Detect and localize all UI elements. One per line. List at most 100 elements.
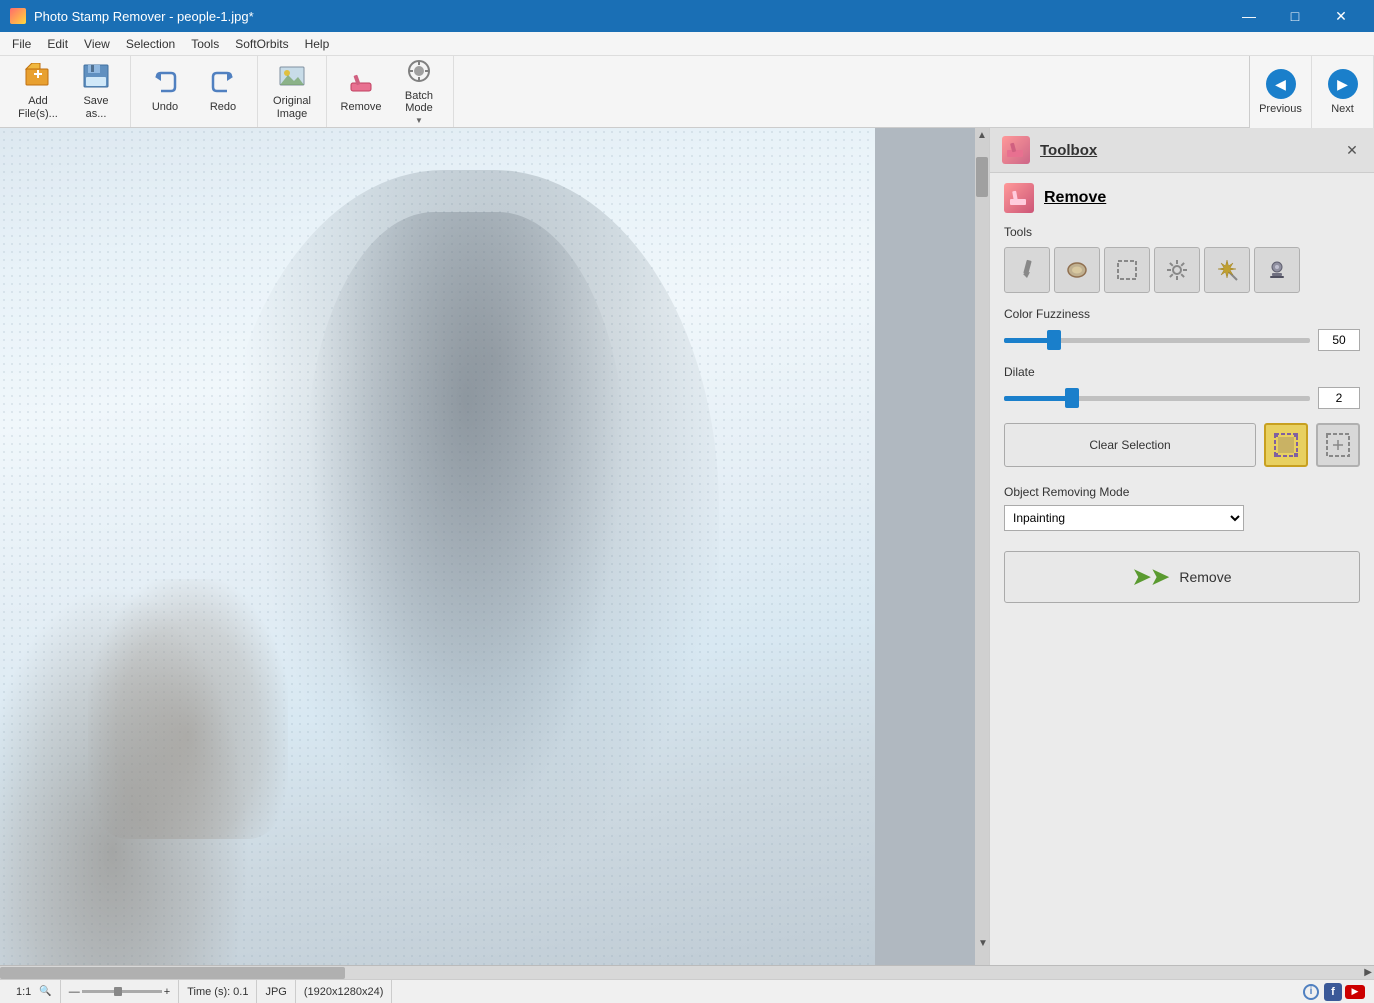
vertical-scrollbar[interactable]: ▲ ▼ xyxy=(975,128,989,965)
scroll-thumb[interactable] xyxy=(976,157,988,197)
menu-view[interactable]: View xyxy=(76,35,118,53)
clear-selection-button[interactable]: Clear Selection xyxy=(1004,423,1256,467)
previous-button[interactable]: ◀ Previous xyxy=(1250,56,1312,128)
remove-tools-group: Remove Batch Mode ▼ xyxy=(327,56,454,127)
window-controls: — □ ✕ xyxy=(1226,0,1364,32)
close-button[interactable]: ✕ xyxy=(1318,0,1364,32)
mode-label: Object Removing Mode xyxy=(1004,485,1360,499)
color-fuzziness-section: Color Fuzziness 50 xyxy=(1004,307,1360,351)
format-segment: JPG xyxy=(257,980,295,1003)
horizontal-scrollbar[interactable]: ◀ ▶ xyxy=(0,965,1374,979)
status-right: i f ▶ xyxy=(1300,981,1366,1003)
image-area[interactable]: ▲ ▼ xyxy=(0,128,989,965)
zoom-display: 1:1 🔍 xyxy=(8,980,61,1003)
color-fuzziness-slider[interactable] xyxy=(1004,338,1310,343)
dilate-label: Dilate xyxy=(1004,365,1360,379)
zoom-slider[interactable] xyxy=(82,990,162,993)
color-fuzziness-value[interactable]: 50 xyxy=(1318,329,1360,351)
toolbox-remove-title: Remove xyxy=(1044,189,1106,207)
dilate-thumb[interactable] xyxy=(1065,388,1079,408)
toolbox-close-button[interactable]: ✕ xyxy=(1342,140,1362,160)
object-removing-mode-section: Object Removing Mode Inpainting Smart Fi… xyxy=(1004,485,1360,531)
previous-icon: ◀ xyxy=(1266,69,1296,99)
next-label: Next xyxy=(1331,103,1354,115)
dilate-value[interactable]: 2 xyxy=(1318,387,1360,409)
youtube-icon-button[interactable]: ▶ xyxy=(1344,981,1366,1003)
h-scroll-thumb[interactable] xyxy=(0,967,345,979)
mode-select[interactable]: Inpainting Smart Fill Texture Synthesis xyxy=(1004,505,1244,531)
save-icon xyxy=(82,63,110,93)
zoom-slider-thumb[interactable] xyxy=(114,987,122,996)
menu-bar: File Edit View Selection Tools SoftOrbit… xyxy=(0,32,1374,56)
undo-label: Undo xyxy=(152,101,178,114)
menu-edit[interactable]: Edit xyxy=(39,35,76,53)
zoom-value: 1:1 xyxy=(16,986,31,998)
undo-button[interactable]: Undo xyxy=(137,62,193,122)
file-tools-group: Add File(s)... Save as... xyxy=(4,56,131,127)
add-files-button[interactable]: Add File(s)... xyxy=(10,62,66,122)
nav-arrows: ◀ Previous ▶ Next xyxy=(1249,56,1374,127)
menu-help[interactable]: Help xyxy=(297,35,338,53)
save-as-label: Save as... xyxy=(83,95,108,119)
redo-button[interactable]: Redo xyxy=(195,62,251,122)
dilate-section: Dilate 2 xyxy=(1004,365,1360,409)
clear-selection-row: Clear Selection xyxy=(1004,423,1360,467)
next-icon: ▶ xyxy=(1328,69,1358,99)
eraser-tool-button[interactable] xyxy=(1054,247,1100,293)
remove-action-button[interactable]: ➤➤ Remove xyxy=(1004,551,1360,603)
selection-icon-button-2[interactable] xyxy=(1316,423,1360,467)
pencil-tool-button[interactable] xyxy=(1004,247,1050,293)
menu-tools[interactable]: Tools xyxy=(183,35,227,53)
smart-fill-button[interactable] xyxy=(1154,247,1200,293)
info-icon: i xyxy=(1303,984,1319,1000)
menu-selection[interactable]: Selection xyxy=(118,35,183,53)
remove-button[interactable]: Remove xyxy=(333,62,389,122)
dimensions-value: (1920x1280x24) xyxy=(304,986,384,998)
time-label: Time (s): xyxy=(187,986,230,998)
tools-section-label: Tools xyxy=(1004,225,1360,239)
edit-tools-group: Undo Redo xyxy=(131,56,258,127)
original-image-button[interactable]: Original Image xyxy=(264,62,320,122)
menu-file[interactable]: File xyxy=(4,35,39,53)
remove-label: Remove xyxy=(341,101,382,114)
minimize-button[interactable]: — xyxy=(1226,0,1272,32)
color-fuzziness-fill xyxy=(1004,338,1053,343)
youtube-icon: ▶ xyxy=(1345,985,1365,999)
stamp-tool-button[interactable] xyxy=(1254,247,1300,293)
batch-mode-label: Batch Mode xyxy=(405,90,433,114)
toolbox-header: Toolbox ✕ xyxy=(990,128,1374,173)
redo-label: Redo xyxy=(210,101,236,114)
toolbox-title: Toolbox xyxy=(1040,142,1097,159)
maximize-button[interactable]: □ xyxy=(1272,0,1318,32)
original-image-label: Original Image xyxy=(273,95,311,119)
magic-wand-button[interactable] xyxy=(1204,247,1250,293)
remove-action-label: Remove xyxy=(1179,569,1231,585)
color-fuzziness-thumb[interactable] xyxy=(1047,330,1061,350)
scroll-down-arrow[interactable]: ▼ xyxy=(976,936,989,951)
batch-mode-button[interactable]: Batch Mode ▼ xyxy=(391,62,447,122)
save-as-button[interactable]: Save as... xyxy=(68,62,124,122)
zoom-icon: 🔍 xyxy=(39,986,51,997)
scroll-right-arrow[interactable]: ▶ xyxy=(1362,967,1374,978)
time-segment: Time (s): 0.1 xyxy=(179,980,257,1003)
rect-selection-button[interactable] xyxy=(1104,247,1150,293)
zoom-slider-segment[interactable]: — + xyxy=(61,980,179,1003)
info-icon-button[interactable]: i xyxy=(1300,981,1322,1003)
dilate-slider[interactable] xyxy=(1004,396,1310,401)
image-canvas xyxy=(0,128,875,965)
window-title: Photo Stamp Remover - people-1.jpg* xyxy=(34,9,254,24)
scroll-up-arrow[interactable]: ▲ xyxy=(975,128,989,143)
undo-icon xyxy=(151,69,179,99)
redo-icon xyxy=(209,69,237,99)
next-button[interactable]: ▶ Next xyxy=(1312,56,1374,128)
toolbox-panel: Toolbox ✕ Remove Tools xyxy=(989,128,1374,965)
menu-softorbits[interactable]: SoftOrbits xyxy=(227,35,296,53)
dimensions-segment: (1920x1280x24) xyxy=(296,980,393,1003)
facebook-icon-button[interactable]: f xyxy=(1322,981,1344,1003)
toolbar: Add File(s)... Save as... Undo xyxy=(0,56,1374,128)
tools-row xyxy=(1004,247,1360,293)
selection-icon-button-1[interactable] xyxy=(1264,423,1308,467)
status-bar: 1:1 🔍 — + Time (s): 0.1 JPG (1920x1280x2… xyxy=(0,979,1374,1003)
batch-mode-icon xyxy=(405,58,433,88)
remove-tool-icon xyxy=(1004,183,1034,213)
